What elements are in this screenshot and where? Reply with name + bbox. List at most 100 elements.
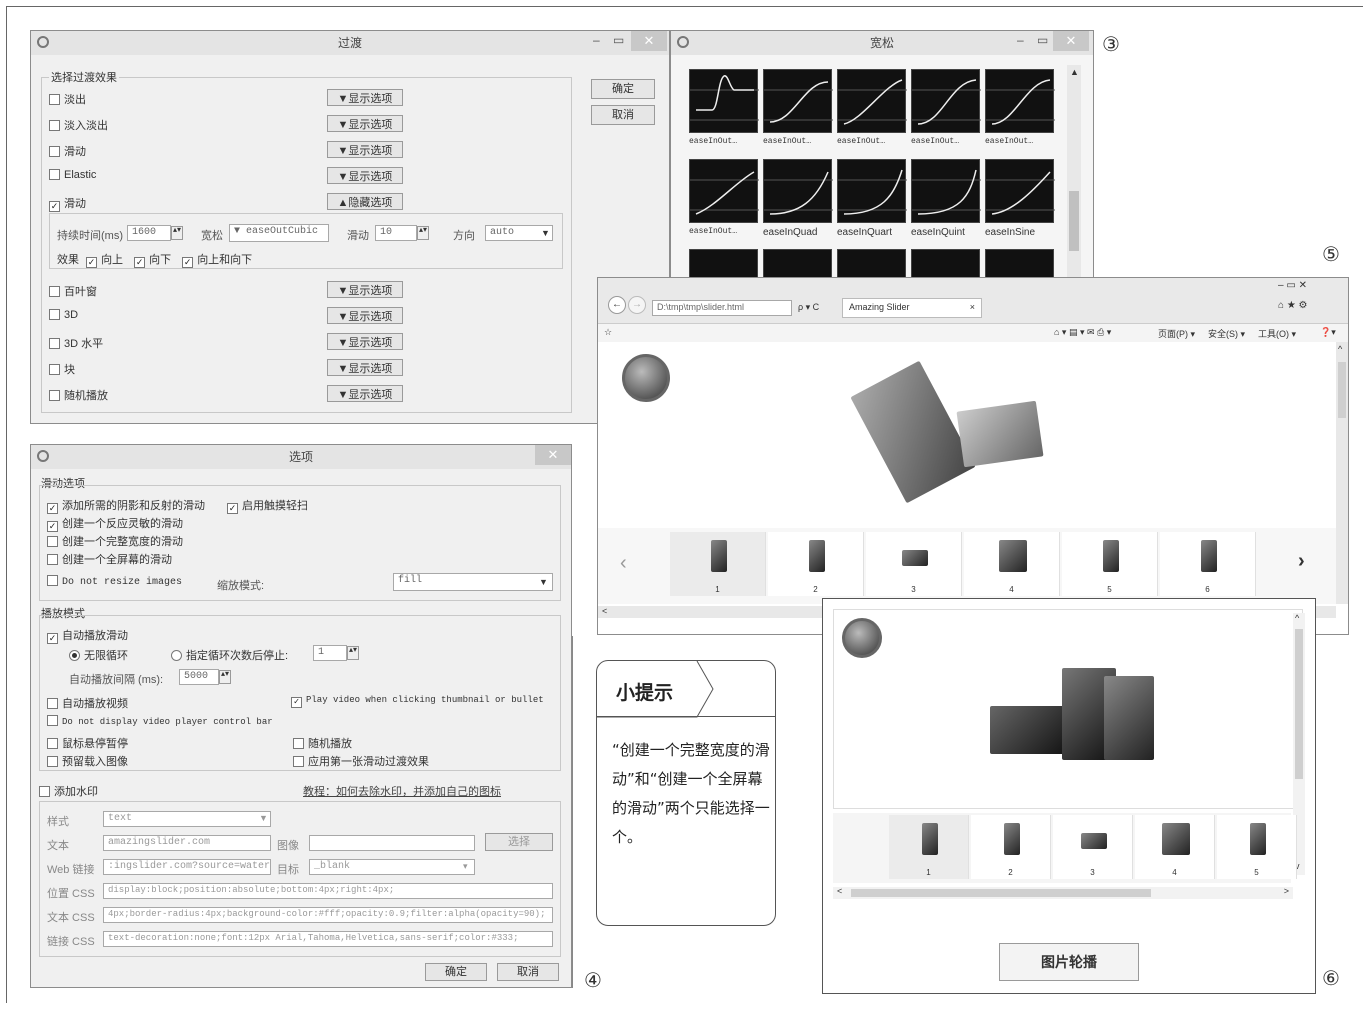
swipe-option[interactable]: ✓ 启用触摸轻扫 <box>227 497 308 514</box>
option-checkbox[interactable] <box>47 738 58 749</box>
search-refresh-controls[interactable]: ρ ▾ C <box>798 302 819 313</box>
effect-checkbox[interactable] <box>49 309 60 320</box>
scroll-up-icon[interactable]: ^ <box>1338 344 1342 354</box>
easing-option[interactable]: easeInQuint <box>911 159 981 238</box>
random-option[interactable]: 随机播放 <box>293 735 352 751</box>
autoplay-video-option[interactable]: 自动播放视频 <box>47 695 128 711</box>
tab-close-icon[interactable]: × <box>970 302 975 312</box>
effect-row[interactable]: 随机播放 <box>49 387 108 403</box>
easing-option[interactable]: easeInOut… <box>689 69 759 146</box>
minimize-button[interactable]: – <box>593 31 600 51</box>
slide-thumbnail[interactable]: 6 <box>1160 532 1256 596</box>
scroll-left-icon[interactable]: < <box>837 886 842 896</box>
easing-option[interactable]: easeInSine <box>985 159 1055 238</box>
easing-option[interactable]: easeInOut… <box>689 159 759 236</box>
ok-button[interactable]: 确定 <box>591 79 655 99</box>
effect-checkbox[interactable] <box>49 286 60 297</box>
target-select[interactable]: _blank <box>309 859 475 875</box>
pause-hover-option[interactable]: 鼠标悬停暂停 <box>47 735 128 751</box>
fullwidth-option[interactable]: 创建一个完整宽度的滑动 <box>47 533 183 549</box>
shadow-option[interactable]: ✓ 添加所需的阴影和反射的滑动 <box>47 497 205 514</box>
effect-row[interactable]: 滑动 <box>49 143 86 159</box>
option-checkbox-checked[interactable]: ✓ <box>291 697 302 708</box>
effect-checkbox[interactable] <box>49 146 60 157</box>
effect-row[interactable]: 百叶窗 <box>49 283 97 299</box>
scrollbar-thumb[interactable] <box>1295 629 1303 779</box>
option-checkbox[interactable] <box>39 786 50 797</box>
slide-thumbnail[interactable]: 1 <box>889 815 969 879</box>
play-video-thumb-option[interactable]: ✓ Play video when clicking thumbnail or b… <box>291 695 544 708</box>
effect-checkbox[interactable] <box>49 94 60 105</box>
safety-menu[interactable]: 安全(S) ▾ <box>1208 327 1245 340</box>
show-options-button[interactable]: ▼显示选项 <box>327 167 403 184</box>
scrollbar-thumb[interactable] <box>1069 191 1079 251</box>
loop-stop-radio[interactable]: 指定循环次数后停止: <box>171 647 288 663</box>
hide-options-button[interactable]: ▲隐藏选项 <box>327 193 403 210</box>
close-button[interactable]: ✕ <box>631 31 667 51</box>
effect-row[interactable]: 块 <box>49 361 75 377</box>
interval-input[interactable]: 5000 <box>179 669 219 685</box>
loop-count-input[interactable]: 1 <box>313 645 347 661</box>
show-options-button[interactable]: ▼显示选项 <box>327 307 403 324</box>
address-bar[interactable]: D:\tmp\tmp\slider.html <box>652 300 792 316</box>
watermark-tutorial-link[interactable]: 教程：如何去除水印，并添加自己的图标 <box>303 783 501 799</box>
cancel-button[interactable]: 取消 <box>497 963 559 981</box>
image-input[interactable] <box>309 835 475 851</box>
option-checkbox[interactable] <box>47 554 58 565</box>
slide-thumbnail[interactable]: 2 <box>971 815 1051 879</box>
scale-mode-select[interactable]: fill <box>393 573 553 591</box>
effect-checkbox[interactable] <box>49 390 60 401</box>
prev-arrow-icon[interactable]: ‹ <box>620 552 627 575</box>
vertical-scrollbar[interactable]: ^ <box>1336 342 1348 604</box>
slide-thumbnail[interactable]: 4 <box>1135 815 1215 879</box>
show-options-button[interactable]: ▼显示选项 <box>327 141 403 158</box>
text-css-input[interactable]: 4px;border-radius:4px;background-color:#… <box>103 907 553 923</box>
text-input[interactable]: amazingslider.com <box>103 835 271 851</box>
scrollbar-thumb[interactable] <box>851 889 1151 897</box>
scrollbar-thumb[interactable] <box>1338 362 1346 418</box>
preload-option[interactable]: 预留载入图像 <box>47 753 128 769</box>
easing-option[interactable]: easeInQuart <box>837 159 907 238</box>
show-options-button[interactable]: ▼显示选项 <box>327 333 403 350</box>
favorites-icon[interactable]: ☆ <box>604 327 612 338</box>
easing-option[interactable]: easeInOut… <box>763 69 833 146</box>
slide-thumbnail[interactable]: 5 <box>1062 532 1158 596</box>
down-checkbox[interactable]: ✓ <box>134 257 146 268</box>
option-checkbox[interactable] <box>293 756 304 767</box>
style-select[interactable]: text <box>103 811 271 827</box>
slide-thumbnail[interactable]: 1 <box>670 532 766 596</box>
scroll-right-icon[interactable]: > <box>1284 886 1289 896</box>
home-icon[interactable]: ⌂ ★ ⚙ <box>1278 300 1308 311</box>
close-button[interactable]: ✕ <box>535 445 571 465</box>
browser-tab[interactable]: Amazing Slider × <box>842 298 982 318</box>
show-options-button[interactable]: ▼显示选项 <box>327 115 403 132</box>
cancel-button[interactable]: 取消 <box>591 105 655 125</box>
duration-input[interactable]: 1600 <box>127 225 171 241</box>
slide-thumbnail[interactable]: 5 <box>1217 815 1297 879</box>
back-button[interactable]: ← <box>608 296 626 314</box>
fullscreen-option[interactable]: 创建一个全屏幕的滑动 <box>47 551 172 567</box>
position-css-input[interactable]: display:block;position:absolute;bottom:4… <box>103 883 553 899</box>
effect-checkbox[interactable] <box>49 169 60 180</box>
image-carousel-button[interactable]: 图片轮播 <box>999 943 1139 981</box>
show-options-button[interactable]: ▼显示选项 <box>327 89 403 106</box>
option-checkbox[interactable] <box>293 738 304 749</box>
loop-infinite-radio[interactable]: 无限循环 <box>69 647 128 663</box>
option-checkbox[interactable] <box>47 715 58 726</box>
responsive-option[interactable]: ✓ 创建一个反应灵敏的滑动 <box>47 515 183 532</box>
effect-checkbox-checked[interactable]: ✓ <box>49 201 60 212</box>
scroll-up-icon[interactable]: ^ <box>1295 613 1299 623</box>
effect-checkbox[interactable] <box>49 364 60 375</box>
option-checkbox[interactable] <box>47 756 58 767</box>
scroll-up-arrow[interactable]: ▲ <box>1070 67 1079 77</box>
show-options-button[interactable]: ▼显示选项 <box>327 359 403 376</box>
up-checkbox[interactable]: ✓ <box>86 257 98 268</box>
help-icon[interactable]: ❓▾ <box>1320 327 1336 338</box>
autoplay-option[interactable]: ✓ 自动播放滑动 <box>47 627 128 644</box>
easing-select[interactable]: ▼ easeOutCubic <box>229 224 329 242</box>
radio[interactable] <box>171 650 182 661</box>
slide-thumbnail[interactable]: 2 <box>768 532 864 596</box>
option-checkbox[interactable] <box>47 575 58 586</box>
interval-spinner[interactable]: ▴▾ <box>219 670 231 684</box>
easing-scrollbar[interactable]: ▲ <box>1067 65 1081 293</box>
